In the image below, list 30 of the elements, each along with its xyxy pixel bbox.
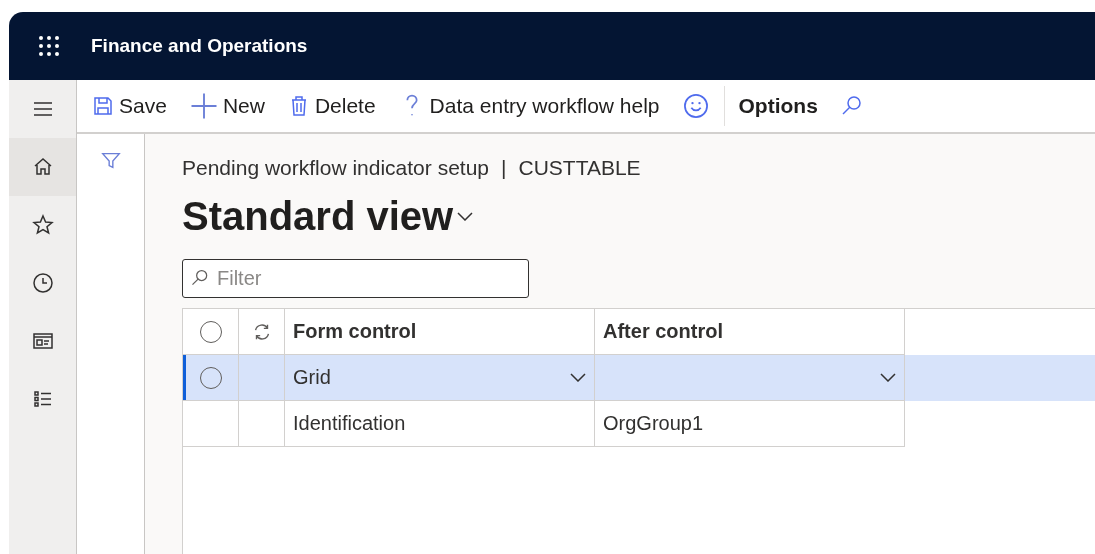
company-label: CUSTTABLE <box>518 156 641 180</box>
view-title[interactable]: Standard view <box>182 194 454 239</box>
table-cell: OrgGroup1 <box>603 412 704 435</box>
filter-icon <box>99 150 122 172</box>
new-button[interactable]: New <box>188 91 265 121</box>
star-icon <box>30 213 55 237</box>
chevron-down-icon <box>457 212 474 221</box>
grid-row[interactable]: Identification OrgGroup1 <box>183 401 1095 447</box>
column-header[interactable]: Form control <box>293 320 417 343</box>
table-cell: Grid <box>293 366 331 389</box>
nav-item[interactable] <box>9 138 76 196</box>
app-title: Finance and Operations <box>91 35 308 57</box>
dropdown-chevron-icon <box>570 373 586 382</box>
clock-icon <box>30 271 55 295</box>
grid-row[interactable]: Grid <box>183 355 1095 401</box>
column-header[interactable]: After control <box>603 320 723 343</box>
help-button[interactable]: Data entry workflow help <box>397 92 660 120</box>
smiley-icon <box>681 92 710 120</box>
save-button[interactable]: Save <box>91 94 167 118</box>
search-icon <box>190 268 210 288</box>
app-launcher-icon <box>37 34 61 58</box>
dropdown-chevron-icon <box>880 373 896 382</box>
feedback-button[interactable] <box>681 92 710 120</box>
save-icon <box>91 94 115 118</box>
filter-field[interactable]: Filter <box>182 259 529 298</box>
page-caption: Pending workflow indicator setup <box>182 156 489 180</box>
options-button[interactable]: Options <box>738 94 818 118</box>
delete-button[interactable]: Delete <box>286 94 376 118</box>
table-cell: Identification <box>293 412 406 435</box>
separator: | <box>501 156 507 180</box>
